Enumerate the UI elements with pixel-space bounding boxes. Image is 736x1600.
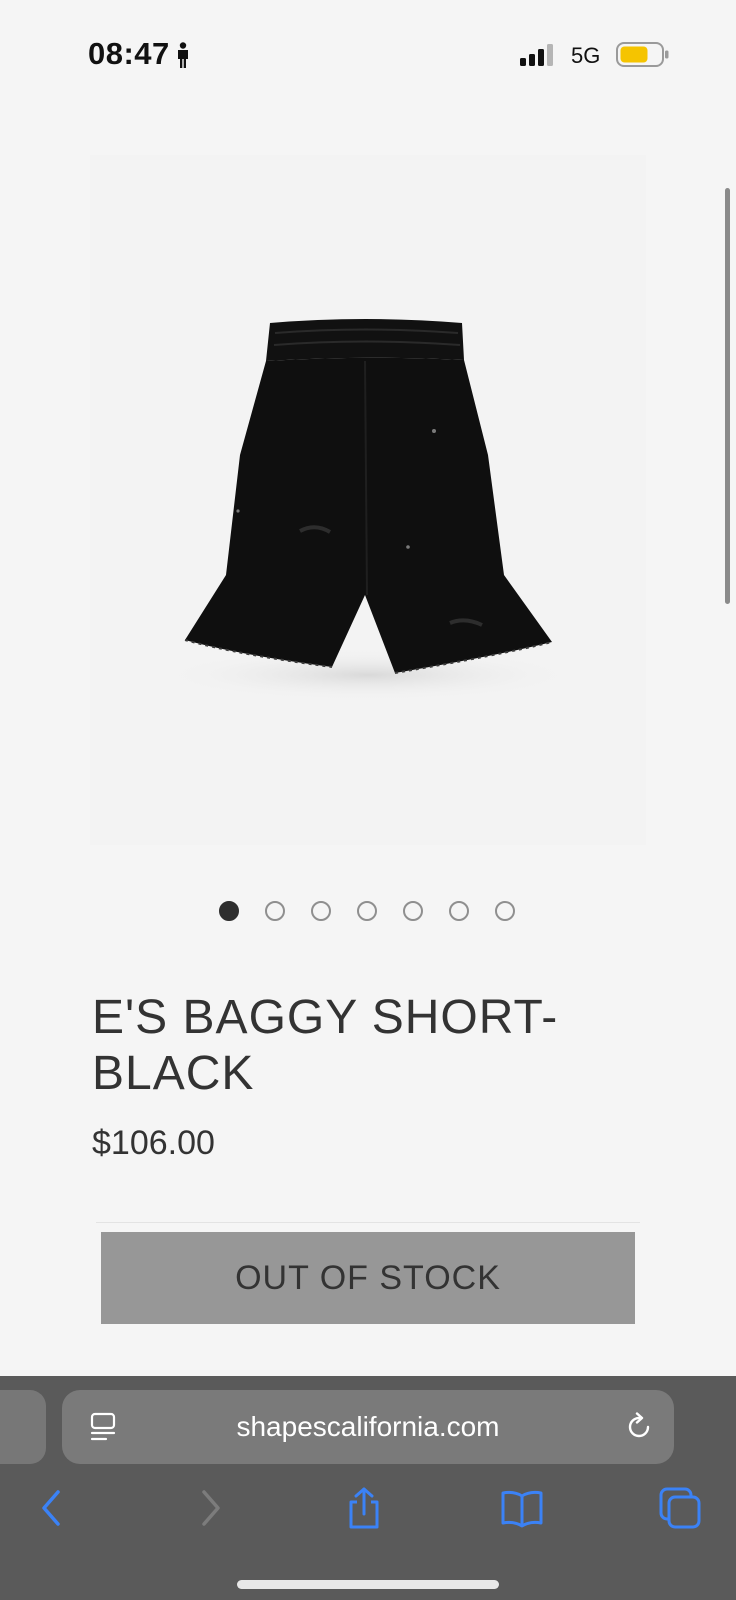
carousel-dot[interactable] xyxy=(495,901,515,921)
scroll-indicator[interactable] xyxy=(725,188,730,604)
out-of-stock-button[interactable]: OUT OF STOCK xyxy=(101,1232,635,1324)
baggy-shorts-image xyxy=(158,319,578,701)
carousel-dot[interactable] xyxy=(403,901,423,921)
share-icon[interactable] xyxy=(342,1486,386,1530)
carousel-dot[interactable] xyxy=(219,901,239,921)
reload-icon[interactable] xyxy=(624,1412,654,1442)
carousel-dot[interactable] xyxy=(265,901,285,921)
carousel-dot[interactable] xyxy=(311,901,331,921)
forward-icon[interactable] xyxy=(188,1486,232,1530)
reader-icon[interactable] xyxy=(90,1412,116,1442)
previous-tab-preview[interactable] xyxy=(0,1390,46,1464)
status-time: 08:47 xyxy=(88,36,170,71)
product-image-carousel[interactable] xyxy=(90,155,646,845)
product-price: $106.00 xyxy=(92,1124,215,1162)
home-indicator[interactable] xyxy=(237,1580,499,1589)
status-bar: 08:47 5G xyxy=(0,0,736,110)
battery-icon xyxy=(616,42,669,67)
carousel-dot[interactable] xyxy=(357,901,377,921)
signal-icon xyxy=(520,44,553,66)
person-icon xyxy=(178,42,188,68)
tabs-icon[interactable] xyxy=(658,1486,702,1530)
url-text[interactable]: shapescalifornia.com xyxy=(62,1390,674,1464)
divider xyxy=(96,1222,640,1223)
bookmarks-icon[interactable] xyxy=(500,1486,544,1530)
carousel-dots xyxy=(0,899,736,923)
carousel-dot[interactable] xyxy=(449,901,469,921)
browser-toolbar: shapescalifornia.com xyxy=(0,1376,736,1600)
network-label: 5G xyxy=(571,43,601,68)
back-icon[interactable] xyxy=(30,1486,74,1530)
product-title: E'S BAGGY SHORT-BLACK xyxy=(92,991,559,1100)
address-bar[interactable]: shapescalifornia.com xyxy=(62,1390,674,1464)
